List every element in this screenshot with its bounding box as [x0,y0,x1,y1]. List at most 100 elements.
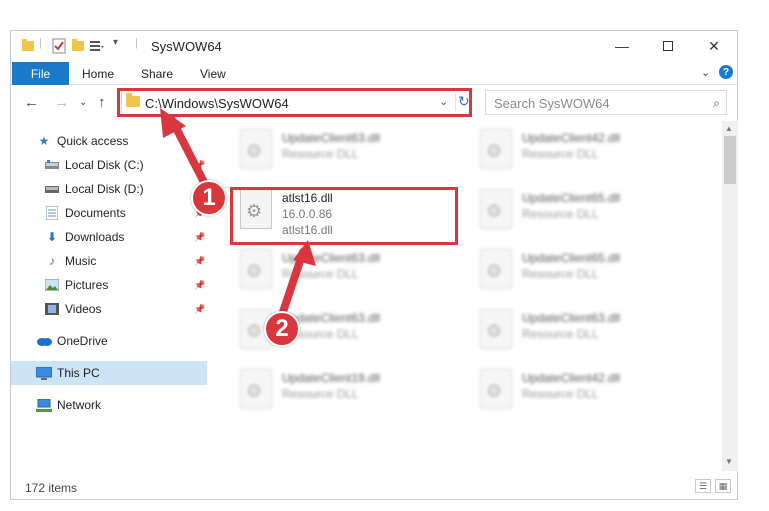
dll-file-icon [480,129,512,169]
nav-item-quick-access[interactable]: ★ Quick access [11,129,207,153]
file-name: UpdateClient63.dll [282,251,381,265]
file-type: Resource DLL [522,207,599,221]
scroll-thumb[interactable] [724,136,736,184]
nav-item-network[interactable]: Network [11,393,207,417]
download-icon: ⬇ [46,230,58,244]
window-title: SysWOW64 [151,39,222,54]
file-tile[interactable]: UpdateClient42.dll Resource DLL [480,369,710,421]
file-name: UpdateClient42.dll [522,371,621,385]
pin-icon[interactable]: 📌 [194,232,205,243]
nav-label: OneDrive [57,334,108,348]
minimize-button[interactable]: — [599,31,645,61]
file-tile[interactable]: UpdateClient63.dll Resource DLL [240,129,470,181]
close-button[interactable]: ✕ [691,31,737,61]
folder-icon[interactable] [21,38,35,54]
file-type: Resource DLL [282,147,359,161]
scroll-up-icon[interactable]: ▲ [725,124,733,133]
network-icon [36,398,52,412]
navigation-pane: ★ Quick access Local Disk (C:) 📌 Local D… [11,121,207,471]
nav-item-music[interactable]: ♪ Music 📌 [11,249,207,273]
new-folder-icon[interactable] [71,38,85,54]
music-icon: ♪ [49,254,55,268]
computer-icon [36,366,52,380]
file-tile[interactable]: UpdateClient65.dll Resource DLL [480,249,710,301]
chevron-down-icon[interactable]: ▾ [113,37,118,53]
dll-file-icon [480,369,512,409]
help-button[interactable]: ? [719,65,733,79]
tab-share[interactable]: Share [141,67,173,81]
nav-label: Music [65,254,97,268]
file-type: Resource DLL [522,147,599,161]
file-name: UpdateClient65.dll [522,191,621,205]
pin-icon[interactable]: 📌 [194,304,205,315]
forward-arrow-icon[interactable]: → [54,94,69,111]
close-icon: ✕ [708,37,720,54]
nav-label: Network [57,398,102,412]
file-tile[interactable]: UpdateClient42.dll Resource DLL [480,129,710,181]
tab-view[interactable]: View [200,67,226,81]
customize-toolbar-icon[interactable] [89,38,105,54]
pin-icon[interactable]: 📌 [194,256,205,267]
drive-icon [44,158,60,172]
item-count: 172 items [25,481,78,495]
nav-item-onedrive[interactable]: OneDrive [11,329,207,353]
title-bar: | ▾ | SysWOW64 — ✕ [11,31,737,61]
maximize-icon [663,41,673,51]
nav-item-documents[interactable]: Documents 📌 [11,201,207,225]
pin-icon[interactable]: 📌 [194,160,205,171]
up-arrow-icon[interactable]: ↑ [98,94,106,111]
file-name: UpdateClient65.dll [522,251,621,265]
file-type: Resource DLL [522,267,599,281]
drive-icon [44,182,60,196]
expand-ribbon-icon[interactable]: ⌄ [701,66,710,79]
search-box[interactable]: Search SysWOW64 ⌕ [485,90,727,115]
dll-file-icon [240,249,272,289]
cloud-icon [36,334,52,348]
file-name: UpdateClient63.dll [522,311,621,325]
file-type: Resource DLL [282,267,359,281]
file-tile[interactable]: UpdateClient63.dll Resource DLL [240,249,470,301]
vertical-scrollbar[interactable]: ▲ ▼ [722,121,738,471]
scroll-down-icon[interactable]: ▼ [725,457,733,466]
tab-home[interactable]: Home [82,67,114,81]
tab-file[interactable]: File [12,62,69,85]
nav-label: Local Disk (C:) [65,158,144,172]
pictures-icon [44,278,60,292]
file-tile[interactable]: UpdateClient63.dll Resource DLL [480,309,710,361]
nav-item-local-disk-d[interactable]: Local Disk (D:) 📌 [11,177,207,201]
file-tile[interactable]: UpdateClient19.dll Resource DLL [240,369,470,421]
file-type: Resource DLL [522,387,599,401]
maximize-button[interactable] [645,31,691,61]
nav-item-pictures[interactable]: Pictures 📌 [11,273,207,297]
file-type: Resource DLL [282,387,359,401]
recent-locations-icon[interactable]: ⌄ [79,97,87,108]
nav-item-downloads[interactable]: ⬇ Downloads 📌 [11,225,207,249]
nav-label: Documents [65,206,126,220]
videos-icon [44,302,60,316]
properties-icon[interactable] [52,38,66,54]
large-icons-view-icon[interactable]: ▦ [715,479,731,493]
back-arrow-icon[interactable]: ← [24,94,39,111]
step-2-badge: 2 [264,311,300,347]
file-tile[interactable]: UpdateClient65.dll Resource DLL [480,189,710,241]
nav-label: This PC [57,366,100,380]
nav-item-local-disk-c[interactable]: Local Disk (C:) 📌 [11,153,207,177]
dll-file-icon [480,309,512,349]
file-name: UpdateClient42.dll [522,131,621,145]
search-icon[interactable]: ⌕ [713,96,720,111]
nav-label: Videos [65,302,102,316]
nav-label: Pictures [65,278,109,292]
dll-file-icon [240,129,272,169]
file-type: Resource DLL [522,327,599,341]
nav-label: Downloads [65,230,125,244]
dll-file-icon [480,189,512,229]
nav-item-this-pc[interactable]: This PC [11,361,207,385]
nav-item-videos[interactable]: Videos 📌 [11,297,207,321]
file-list: UpdateClient63.dll Resource DLL atlst16.… [217,121,722,471]
pin-icon[interactable]: 📌 [194,280,205,291]
title-divider: | [135,37,138,49]
search-input[interactable]: Search SysWOW64 [494,96,610,111]
minimize-icon: — [615,38,629,54]
details-view-icon[interactable]: ☰ [695,479,711,493]
nav-label: Quick access [57,134,129,148]
